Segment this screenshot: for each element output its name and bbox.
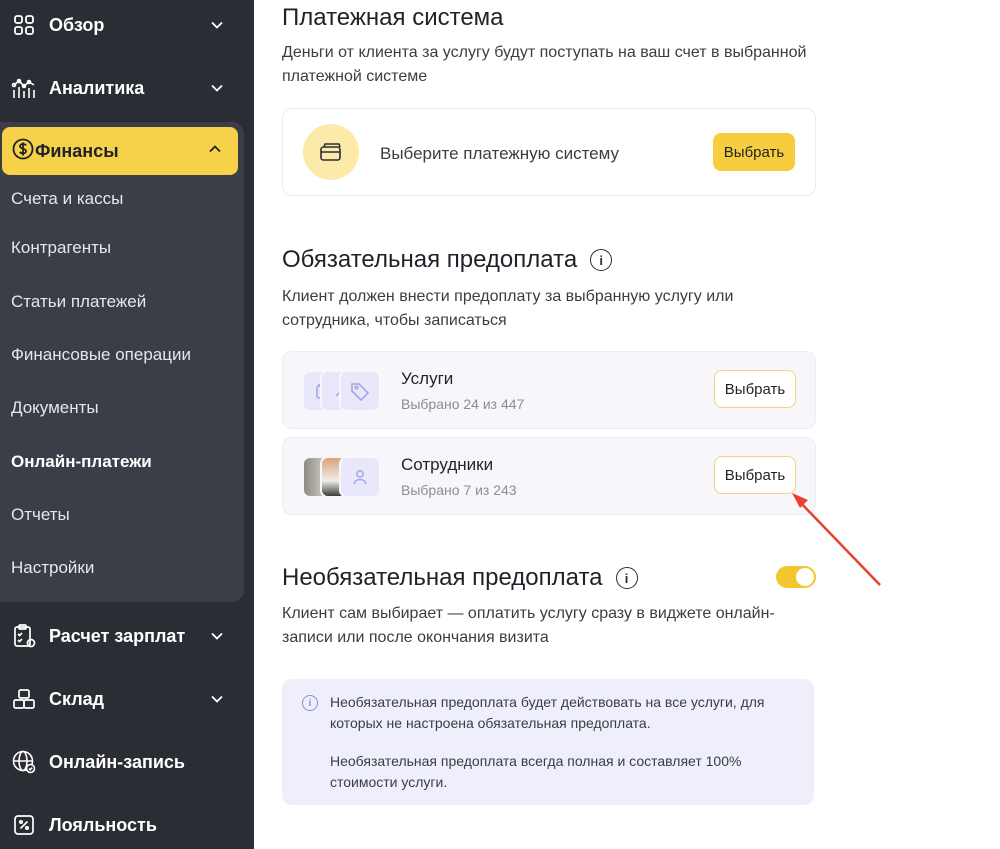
chevron-down-icon (208, 690, 226, 708)
optional-prepay-title: Необязательная предоплата (282, 564, 603, 591)
payment-system-card-text: Выберите платежную систему (380, 144, 620, 163)
sidebar-item-label: Лояльность (49, 814, 157, 835)
sidebar-item-payroll[interactable]: Расчет зарплат (0, 612, 244, 660)
dollar-coin-icon (11, 137, 35, 166)
sidebar-subitem-financial-operations[interactable]: Финансовые операции (11, 345, 191, 365)
analytics-icon (11, 75, 37, 101)
grid-icon (11, 12, 37, 38)
boxes-icon (11, 686, 37, 712)
choose-payment-system-button[interactable]: Выбрать (713, 133, 795, 171)
percent-icon (11, 812, 37, 838)
employees-row-title: Сотрудники (401, 455, 494, 474)
payment-system-title: Платежная система (282, 4, 504, 31)
sidebar-item-warehouse[interactable]: Склад (0, 675, 244, 723)
chevron-down-icon (208, 16, 226, 34)
services-row-title: Услуги (401, 369, 454, 388)
sidebar-item-label: Онлайн-запись (49, 751, 185, 772)
chevron-down-icon (208, 627, 226, 645)
sidebar-item-loyalty[interactable]: Лояльность (0, 801, 244, 849)
note-text-1: Необязательная предоплата будет действов… (330, 694, 765, 731)
wallet-icon (303, 124, 359, 180)
optional-prepay-description: Клиент сам выбирает — оплатить услугу ср… (282, 605, 775, 646)
chevron-up-icon (208, 142, 222, 161)
sidebar-item-finance[interactable]: Финансы (2, 127, 238, 175)
employees-row-subtitle: Выбрано 7 из 243 (401, 482, 517, 498)
sidebar-item-online-booking[interactable]: Онлайн-запись (0, 738, 244, 786)
required-prepay-header: Обязательная предоплата i (282, 246, 613, 274)
sidebar-item-overview[interactable]: Обзор (0, 1, 244, 49)
services-row[interactable]: Услуги Выбрано 24 из 447 Выбрать (282, 351, 816, 429)
globe-icon (11, 749, 37, 775)
sidebar-item-analytics[interactable]: Аналитика (0, 64, 244, 112)
annotation-arrow (792, 493, 881, 586)
sidebar-subitem-online-payments[interactable]: Онлайн-платежи (11, 452, 152, 472)
user-icon (339, 456, 381, 498)
chevron-down-icon (208, 79, 226, 97)
info-icon: i (302, 695, 318, 711)
tag-icon (339, 370, 381, 412)
sidebar-item-label: Аналитика (49, 77, 145, 98)
sidebar-item-label: Расчет зарплат (49, 625, 186, 646)
services-row-subtitle: Выбрано 24 из 447 (401, 396, 525, 412)
sidebar-subitem-documents[interactable]: Документы (11, 398, 99, 418)
info-icon[interactable]: i (590, 249, 613, 271)
sidebar-subitem-reports[interactable]: Отчеты (11, 505, 70, 525)
payment-system-card: Выберите платежную систему Выбрать (282, 108, 816, 196)
main-content: Платежная система Деньги от клиента за у… (254, 0, 1000, 849)
sidebar-subitem-settings[interactable]: Настройки (11, 558, 94, 578)
optional-prepay-note: i Необязательная предоплата будет действ… (282, 679, 814, 805)
sidebar-subitem-accounts[interactable]: Счета и кассы (11, 189, 123, 209)
payment-system-description: Деньги от клиента за услугу будут поступ… (282, 44, 807, 85)
note-text-2: Необязательная предоплата всегда полная … (330, 753, 742, 790)
sidebar-item-label: Финансы (35, 140, 119, 161)
sidebar: Обзор Аналитика Финансы Счета и кассы Ко… (0, 0, 254, 849)
clipboard-icon (11, 623, 37, 649)
sidebar-subitem-payment-items[interactable]: Статьи платежей (11, 292, 146, 312)
sidebar-subitem-counterparties[interactable]: Контрагенты (11, 238, 111, 258)
required-prepay-description: Клиент должен внести предоплату за выбра… (282, 288, 734, 329)
employees-row[interactable]: Сотрудники Выбрано 7 из 243 Выбрать (282, 437, 816, 515)
choose-services-button[interactable]: Выбрать (714, 370, 796, 408)
optional-prepay-header: Необязательная предоплата i (282, 564, 638, 592)
info-icon[interactable]: i (615, 567, 638, 589)
sidebar-item-label: Склад (49, 688, 105, 709)
required-prepay-title: Обязательная предоплата (282, 246, 578, 273)
sidebar-item-label: Обзор (49, 14, 105, 35)
